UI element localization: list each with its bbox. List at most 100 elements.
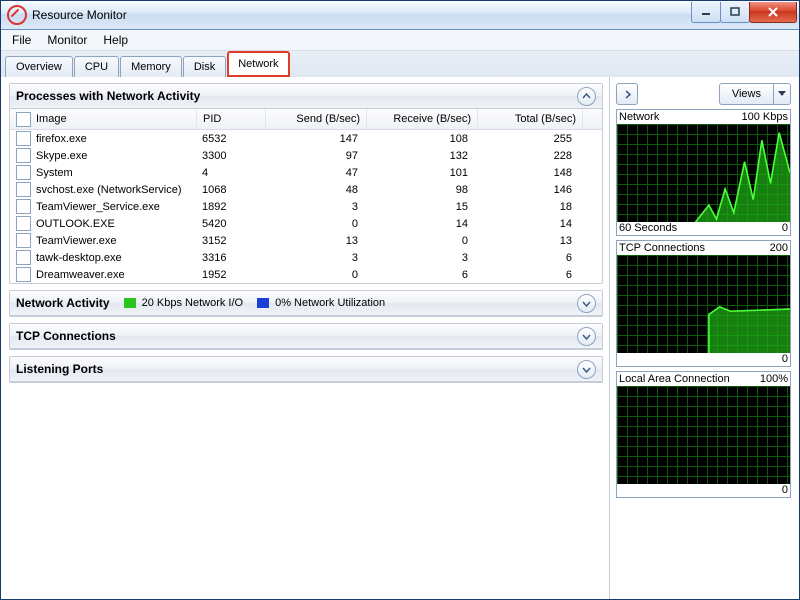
expand-icon[interactable] (577, 360, 596, 379)
tab-bar: Overview CPU Memory Disk Network (1, 51, 799, 78)
row-checkbox[interactable] (16, 165, 31, 180)
cell-total: 18 (474, 201, 578, 213)
blue-swatch (257, 298, 269, 308)
chart-foot-right: 0 (782, 353, 788, 365)
row-checkbox[interactable] (16, 199, 31, 214)
cell-send: 48 (264, 184, 364, 196)
chart-foot-right: 0 (782, 484, 788, 496)
tab-overview[interactable]: Overview (5, 56, 73, 77)
cell-pid: 4 (196, 167, 264, 179)
panel-processes-title: Processes with Network Activity (16, 89, 200, 103)
menu-help[interactable]: Help (96, 32, 135, 48)
panel-listening-header[interactable]: Listening Ports (10, 357, 602, 382)
cell-pid: 1892 (196, 201, 264, 213)
panel-listening: Listening Ports (9, 356, 603, 383)
table-row[interactable]: tawk-desktop.exe3316336 (10, 249, 602, 266)
cell-pid: 1952 (196, 269, 264, 281)
side-panel: Views Network100 Kbps 60 Seconds0 TCP Co… (609, 77, 799, 599)
table-row[interactable]: TeamViewer_Service.exe189231518 (10, 198, 602, 215)
col-total[interactable]: Total (B/sec) (478, 109, 583, 129)
chart-max: 100% (760, 373, 788, 385)
table-row[interactable]: TeamViewer.exe315213013 (10, 232, 602, 249)
cell-recv: 98 (364, 184, 474, 196)
cell-total: 228 (474, 150, 578, 162)
cell-send: 47 (264, 167, 364, 179)
cell-image: System (36, 167, 73, 179)
minimize-button[interactable] (691, 2, 721, 23)
chart-network: Network100 Kbps 60 Seconds0 (616, 109, 791, 236)
cell-total: 14 (474, 218, 578, 230)
chart-foot-right: 0 (782, 222, 788, 234)
util-label: 0% Network Utilization (275, 297, 385, 309)
views-label: Views (719, 83, 773, 105)
cell-pid: 3152 (196, 235, 264, 247)
cell-image: firefox.exe (36, 133, 87, 145)
cell-image: TeamViewer.exe (36, 235, 117, 247)
cell-send: 3 (264, 252, 364, 264)
cell-send: 13 (264, 235, 364, 247)
tab-network[interactable]: Network (227, 51, 289, 77)
menubar: File Monitor Help (1, 30, 799, 51)
window-title: Resource Monitor (32, 8, 692, 22)
cell-pid: 1068 (196, 184, 264, 196)
row-checkbox[interactable] (16, 250, 31, 265)
cell-recv: 0 (364, 235, 474, 247)
cell-total: 13 (474, 235, 578, 247)
select-all-checkbox[interactable] (16, 112, 31, 127)
collapse-icon[interactable] (577, 87, 596, 106)
app-icon (7, 5, 27, 25)
panel-processes-header[interactable]: Processes with Network Activity (10, 84, 602, 109)
row-checkbox[interactable] (16, 148, 31, 163)
table-row[interactable]: firefox.exe 6532147108255 (10, 130, 602, 147)
row-checkbox[interactable] (16, 182, 31, 197)
col-send[interactable]: Send (B/sec) (266, 109, 367, 129)
cell-image: OUTLOOK.EXE (36, 218, 115, 230)
expand-icon[interactable] (577, 294, 596, 313)
menu-monitor[interactable]: Monitor (40, 32, 94, 48)
cell-send: 0 (264, 218, 364, 230)
panel-tcp-header[interactable]: TCP Connections (10, 324, 602, 349)
tab-disk[interactable]: Disk (183, 56, 226, 77)
titlebar[interactable]: Resource Monitor (1, 1, 799, 30)
maximize-button[interactable] (720, 2, 750, 23)
chart-title: Local Area Connection (619, 373, 730, 385)
cell-recv: 3 (364, 252, 474, 264)
row-checkbox[interactable] (16, 233, 31, 248)
cell-pid: 6532 (196, 133, 264, 145)
main-area: Processes with Network Activity Image PI… (1, 77, 609, 599)
cell-send: 147 (264, 133, 364, 145)
table-row[interactable]: Skype.exe330097132228 (10, 147, 602, 164)
row-checkbox[interactable] (16, 131, 31, 146)
tab-cpu[interactable]: CPU (74, 56, 119, 77)
cell-total: 255 (474, 133, 578, 145)
cell-recv: 101 (364, 167, 474, 179)
table-row[interactable]: System447101148 (10, 164, 602, 181)
col-image[interactable]: Image (10, 109, 197, 129)
col-receive[interactable]: Receive (B/sec) (367, 109, 478, 129)
cell-total: 6 (474, 269, 578, 281)
panel-activity-header[interactable]: Network Activity 20 Kbps Network I/O 0% … (10, 291, 602, 316)
table-row[interactable]: Dreamweaver.exe1952066 (10, 266, 602, 283)
views-dropdown-icon[interactable] (773, 83, 791, 105)
cell-recv: 108 (364, 133, 474, 145)
cell-pid: 3316 (196, 252, 264, 264)
close-button[interactable] (749, 2, 797, 23)
table-row[interactable]: svchost.exe (NetworkService)10684898146 (10, 181, 602, 198)
panel-listening-title: Listening Ports (16, 362, 103, 376)
expand-icon[interactable] (577, 327, 596, 346)
cell-recv: 132 (364, 150, 474, 162)
cell-image: Skype.exe (36, 150, 87, 162)
cell-recv: 14 (364, 218, 474, 230)
views-button[interactable]: Views (719, 83, 791, 105)
panel-processes: Processes with Network Activity Image PI… (9, 83, 603, 284)
table-row[interactable]: OUTLOOK.EXE542001414 (10, 215, 602, 232)
panel-network-activity: Network Activity 20 Kbps Network I/O 0% … (9, 290, 603, 317)
side-expand-button[interactable] (616, 83, 638, 105)
menu-file[interactable]: File (5, 32, 38, 48)
row-checkbox[interactable] (16, 267, 31, 282)
panel-activity-title: Network Activity (16, 296, 110, 310)
chart-max: 200 (770, 242, 788, 254)
tab-memory[interactable]: Memory (120, 56, 182, 77)
col-pid[interactable]: PID (197, 109, 266, 129)
row-checkbox[interactable] (16, 216, 31, 231)
